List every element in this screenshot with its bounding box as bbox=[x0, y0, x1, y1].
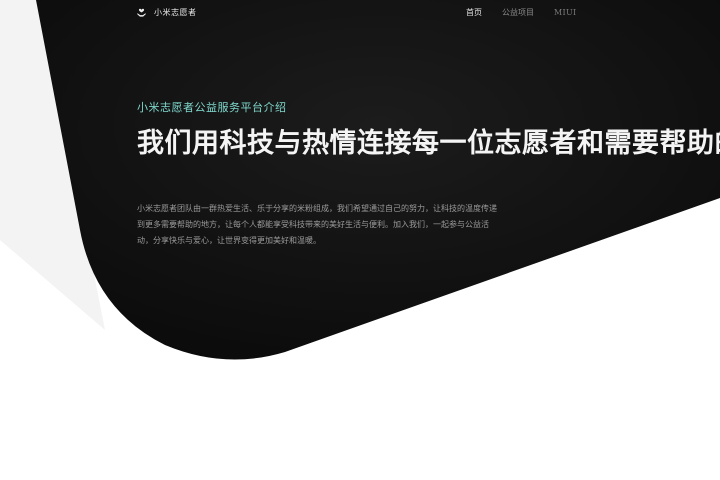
hero-content: 小米志愿者公益服务平台介绍 我们用科技与热情连接每一位志愿者和需要帮助的人 小米… bbox=[137, 99, 720, 249]
nav-link-home[interactable]: 首页 bbox=[466, 7, 482, 18]
heart-hand-icon bbox=[137, 8, 146, 17]
nav-link-projects[interactable]: 公益项目 bbox=[502, 7, 534, 18]
hero-eyebrow: 小米志愿者公益服务平台介绍 bbox=[137, 101, 287, 114]
page: 小米志愿者 首页 公益项目 MIUI 小米志愿者公益服务平台介绍 我们用科技与热… bbox=[0, 0, 720, 480]
hero-description: 小米志愿者团队由一群热爱生活、乐于分享的米粉组成，我们希望通过自己的努力，让科技… bbox=[137, 203, 497, 245]
brand-name: 小米志愿者 bbox=[154, 7, 197, 17]
brand[interactable]: 小米志愿者 bbox=[136, 6, 197, 18]
top-navigation: 小米志愿者 首页 公益项目 MIUI bbox=[0, 0, 720, 26]
nav-links: 首页 公益项目 MIUI bbox=[466, 7, 576, 18]
nav-link-miui[interactable]: MIUI bbox=[554, 8, 576, 17]
hero-headline: 我们用科技与热情连接每一位志愿者和需要帮助的人 bbox=[137, 128, 720, 159]
